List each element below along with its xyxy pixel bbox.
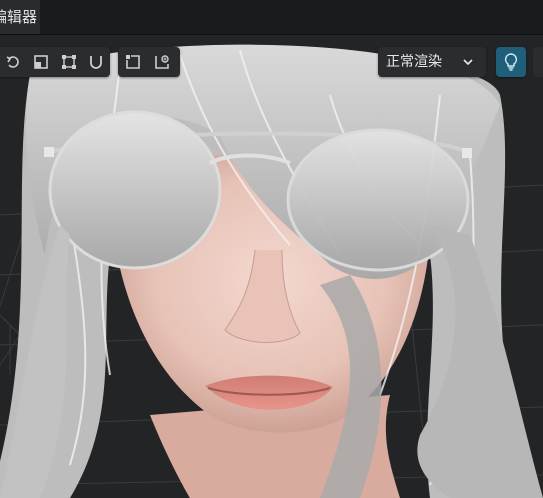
lens-left bbox=[48, 110, 222, 270]
lightbulb-icon bbox=[504, 53, 518, 71]
3d-viewport[interactable]: 正常渲染 bbox=[0, 35, 543, 498]
magnet-icon bbox=[90, 56, 103, 69]
toolbar-overflow-edge bbox=[533, 47, 543, 77]
tab-editor[interactable]: 编辑器 bbox=[0, 0, 40, 34]
focus-add-tool-button[interactable] bbox=[147, 47, 176, 77]
tab-bar: 编辑器 bbox=[0, 0, 543, 35]
chevron-down-icon bbox=[463, 59, 473, 66]
scale-tool-button[interactable] bbox=[28, 47, 56, 77]
focus-add-icon bbox=[154, 55, 169, 69]
rotate-tool-button[interactable] bbox=[0, 47, 28, 77]
camera-toolbar bbox=[118, 47, 180, 77]
render-mode-label: 正常渲染 bbox=[386, 54, 442, 70]
lighting-toggle-button[interactable] bbox=[496, 47, 526, 77]
tab-editor-label: 编辑器 bbox=[0, 8, 38, 26]
rotate-icon bbox=[6, 56, 19, 68]
editor-app: 编辑器 bbox=[0, 0, 543, 498]
lens-right bbox=[286, 128, 470, 272]
scale-icon bbox=[34, 55, 49, 69]
viewport-scene[interactable] bbox=[0, 35, 543, 498]
frame-tool-button[interactable] bbox=[118, 47, 147, 77]
frame-icon bbox=[125, 55, 140, 69]
transform-toolbar bbox=[0, 47, 110, 77]
render-mode-select[interactable]: 正常渲染 bbox=[378, 47, 486, 77]
magnet-tool-button[interactable] bbox=[83, 47, 111, 77]
bounds-icon bbox=[61, 55, 76, 69]
bounds-tool-button[interactable] bbox=[55, 47, 83, 77]
